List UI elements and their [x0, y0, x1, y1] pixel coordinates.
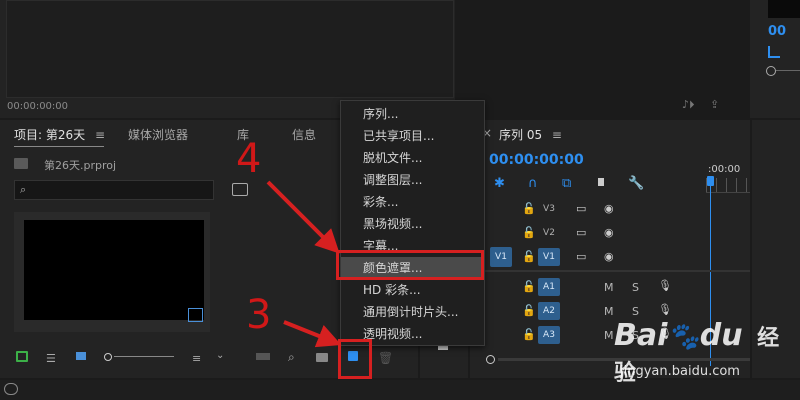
arrow-to-new-item — [283, 320, 342, 348]
arrow-to-color-matte — [266, 180, 340, 254]
paw-icon: 🐾 — [667, 322, 700, 352]
baidu-watermark-url: jingyan.baidu.com — [620, 364, 740, 379]
